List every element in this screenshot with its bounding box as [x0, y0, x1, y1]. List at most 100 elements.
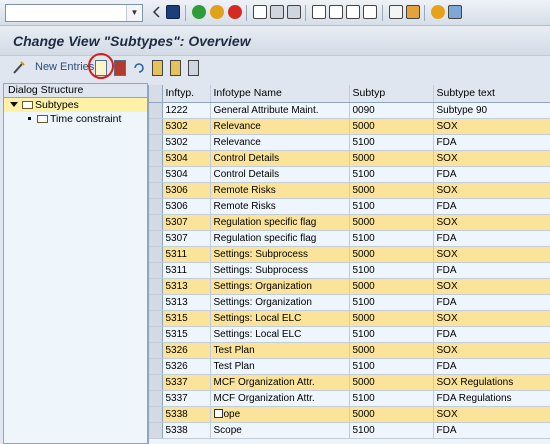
cell-infotype-name[interactable]: Regulation specific flag	[210, 214, 350, 231]
table-row[interactable]: 5326 Test Plan 5100 FDA	[149, 358, 550, 375]
cell-subtyp[interactable]: 5100	[349, 198, 434, 215]
table-row[interactable]: 5306 Remote Risks 5000 SOX	[149, 182, 550, 199]
row-selector[interactable]	[149, 310, 163, 327]
cell-subtype-text[interactable]: FDA	[433, 198, 550, 215]
row-selector[interactable]	[149, 230, 163, 247]
cell-subtype-text[interactable]: SOX	[433, 342, 550, 359]
cell-inftyp[interactable]: 5313	[162, 294, 211, 311]
table-row[interactable]: 5302 Relevance 5000 SOX	[149, 118, 550, 135]
row-selector[interactable]	[149, 102, 163, 119]
table-row[interactable]: 5304 Control Details 5100 FDA	[149, 166, 550, 183]
display-change-icon[interactable]	[12, 60, 26, 76]
table-row[interactable]: 5315 Settings: Local ELC 5100 FDA	[149, 326, 550, 343]
cell-infotype-name[interactable]: MCF Organization Attr.	[210, 374, 350, 391]
cell-subtype-text[interactable]: SOX	[433, 214, 550, 231]
cell-subtype-text[interactable]: FDA	[433, 134, 550, 151]
cell-subtyp[interactable]: 5000	[349, 342, 434, 359]
cell-subtype-text[interactable]: SOX	[433, 310, 550, 327]
deselect-all-icon[interactable]	[188, 60, 199, 76]
select-all-cell[interactable]	[149, 85, 163, 103]
row-selector[interactable]	[149, 294, 163, 311]
cell-infotype-name[interactable]: General Attribute Maint.	[210, 102, 350, 119]
prev-page-icon[interactable]	[329, 5, 343, 19]
cell-subtyp[interactable]: 5000	[349, 182, 434, 199]
cell-inftyp[interactable]: 5304	[162, 150, 211, 167]
cell-infotype-name[interactable]: Control Details	[210, 150, 350, 167]
cell-subtype-text[interactable]: FDA	[433, 166, 550, 183]
cell-subtype-text[interactable]: SOX	[433, 406, 550, 423]
cell-subtyp[interactable]: 5100	[349, 358, 434, 375]
row-selector[interactable]	[149, 134, 163, 151]
cell-subtyp[interactable]: 0090	[349, 102, 434, 119]
tree-item-subtypes[interactable]: Subtypes	[4, 98, 147, 112]
customize-layout-icon[interactable]	[448, 5, 462, 19]
cell-inftyp[interactable]: 5315	[162, 326, 211, 343]
find-next-icon[interactable]	[287, 5, 301, 19]
cell-subtype-text[interactable]: FDA Regulations	[433, 390, 550, 407]
select-block-icon[interactable]	[170, 60, 181, 76]
enter-icon[interactable]	[152, 5, 160, 19]
cell-inftyp[interactable]: 5326	[162, 342, 211, 359]
column-header-inftyp[interactable]: Inftyp.	[162, 85, 211, 103]
row-selector[interactable]	[149, 262, 163, 279]
row-selector[interactable]	[149, 326, 163, 343]
cell-infotype-name[interactable]: Settings: Organization	[210, 278, 350, 295]
cell-subtype-text[interactable]: FDA	[433, 358, 550, 375]
first-page-icon[interactable]	[312, 5, 326, 19]
cell-subtyp[interactable]: 5000	[349, 246, 434, 263]
table-row[interactable]: 5326 Test Plan 5000 SOX	[149, 342, 550, 359]
cell-infotype-name[interactable]: Remote Risks	[210, 198, 350, 215]
cell-subtype-text[interactable]: SOX	[433, 278, 550, 295]
cell-infotype-name[interactable]: MCF Organization Attr.	[210, 390, 350, 407]
cell-inftyp[interactable]: 5311	[162, 246, 211, 263]
row-selector[interactable]	[149, 246, 163, 263]
cell-subtyp[interactable]: 5100	[349, 390, 434, 407]
cell-subtyp[interactable]: 5000	[349, 214, 434, 231]
column-header-subtype-text[interactable]: Subtype text	[433, 85, 550, 103]
cell-infotype-name[interactable]: Settings: Subprocess	[210, 262, 350, 279]
cell-infotype-name[interactable]: Control Details	[210, 166, 350, 183]
cell-inftyp[interactable]: 5307	[162, 214, 211, 231]
cell-subtyp[interactable]: 5000	[349, 118, 434, 135]
exit-icon[interactable]	[210, 5, 224, 19]
row-selector[interactable]	[149, 118, 163, 135]
cell-subtyp[interactable]: 5000	[349, 374, 434, 391]
cell-subtyp[interactable]: 5100	[349, 262, 434, 279]
cell-inftyp[interactable]: 5313	[162, 278, 211, 295]
table-row[interactable]: 5313 Settings: Organization 5100 FDA	[149, 294, 550, 311]
row-selector[interactable]	[149, 390, 163, 407]
save-icon[interactable]	[166, 5, 180, 19]
cell-infotype-name[interactable]: Settings: Subprocess	[210, 246, 350, 263]
row-selector[interactable]	[149, 166, 163, 183]
cell-subtype-text[interactable]: SOX	[433, 246, 550, 263]
cell-subtyp[interactable]: 5100	[349, 422, 434, 439]
cell-infotype-name[interactable]: Scope	[210, 422, 350, 439]
cell-subtyp[interactable]: 5000	[349, 310, 434, 327]
cell-subtype-text[interactable]: FDA	[433, 326, 550, 343]
table-row[interactable]: 5338 Scope 5100 FDA	[149, 422, 550, 439]
table-row[interactable]: 5337 MCF Organization Attr. 5000 SOX Regula…	[149, 374, 550, 391]
cell-infotype-name[interactable]: Test Plan	[210, 342, 350, 359]
cell-inftyp[interactable]: 5338	[162, 422, 211, 439]
cell-subtyp[interactable]: 5100	[349, 230, 434, 247]
cell-subtyp[interactable]: 5000	[349, 406, 434, 423]
cell-subtype-text[interactable]: FDA	[433, 422, 550, 439]
cell-inftyp[interactable]: 5338	[162, 406, 211, 423]
table-row[interactable]: 5304 Control Details 5000 SOX	[149, 150, 550, 167]
tree-item-time-constraint[interactable]: Time constraint	[4, 112, 147, 126]
row-selector[interactable]	[149, 358, 163, 375]
cell-inftyp[interactable]: 5307	[162, 230, 211, 247]
cell-infotype-name[interactable]: Settings: Local ELC	[210, 326, 350, 343]
column-header-subtyp[interactable]: Subtyp	[349, 85, 434, 103]
table-row[interactable]: 5302 Relevance 5100 FDA	[149, 134, 550, 151]
table-row[interactable]: 5315 Settings: Local ELC 5000 SOX	[149, 310, 550, 327]
cell-infotype-name[interactable]: Settings: Local ELC	[210, 310, 350, 327]
next-page-icon[interactable]	[346, 5, 360, 19]
command-field[interactable]: ▼	[5, 4, 143, 22]
cell-infotype-name[interactable]: ope	[210, 406, 350, 423]
new-entries-button[interactable]: New Entries	[35, 61, 94, 73]
cell-subtyp[interactable]: 5100	[349, 134, 434, 151]
cell-inftyp[interactable]: 5315	[162, 310, 211, 327]
cancel-icon[interactable]	[228, 5, 242, 19]
undo-change-icon[interactable]	[133, 60, 145, 76]
